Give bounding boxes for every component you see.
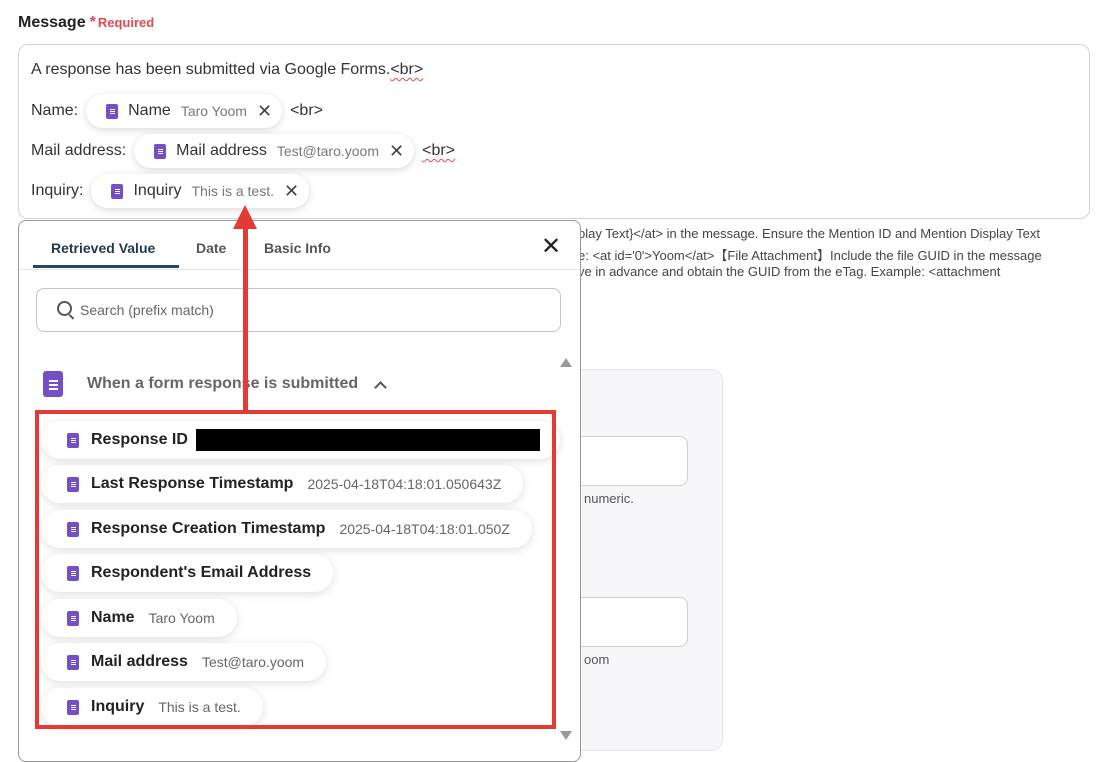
close-icon[interactable]: ✕: [541, 235, 561, 259]
message-line-name: Name: Name Taro Yoom ✕ <br>: [31, 94, 323, 128]
help-text-line: ve in advance and obtain the GUID from t…: [578, 264, 1001, 279]
item-label: Respondent's Email Address: [91, 564, 312, 581]
chip-value: Test@taro.yoom: [276, 143, 379, 159]
item-label: Inquiry: [91, 698, 145, 715]
search-input[interactable]: Search (prefix match): [36, 288, 561, 332]
item-label: Response ID: [91, 431, 188, 448]
tab-divider: [19, 269, 580, 270]
item-value: 2025-04-18T04:18:01.050643Z: [307, 476, 502, 492]
variable-item-response-creation-timestamp[interactable]: Response Creation Timestamp 2025-04-18T0…: [41, 510, 532, 548]
tab-retrieved-value[interactable]: Retrieved Value: [51, 240, 155, 256]
chip-label: Mail address: [176, 142, 267, 159]
item-label: Last Response Timestamp: [91, 475, 294, 492]
message-editor[interactable]: A response has been submitted via Google…: [18, 44, 1090, 219]
variable-picker-popup: Retrieved Value Date Basic Info ✕ Search…: [18, 220, 581, 762]
variable-item-last-response-timestamp[interactable]: Last Response Timestamp 2025-04-18T04:18…: [41, 465, 524, 503]
chip-label: Name: [128, 102, 171, 119]
form-doc-icon: [67, 610, 79, 626]
form-doc-icon: [154, 143, 167, 159]
remove-chip-icon[interactable]: ✕: [257, 102, 272, 120]
br-tag: <br>: [422, 142, 456, 159]
item-value: 2025-04-18T04:18:01.050Z: [339, 521, 510, 537]
message-line-1: A response has been submitted via Google…: [31, 61, 423, 79]
chip-value: Taro Yoom: [180, 103, 247, 119]
variable-item-respondent-email[interactable]: Respondent's Email Address: [41, 554, 334, 592]
variable-item-response-id[interactable]: Response ID: [41, 421, 560, 459]
chevron-up-icon[interactable]: [374, 380, 388, 394]
name-variable-chip[interactable]: Name Taro Yoom ✕: [86, 94, 283, 128]
form-doc-icon: [67, 699, 79, 715]
mail-prefix: Mail address:: [31, 142, 127, 159]
variable-item-inquiry[interactable]: Inquiry This is a test.: [41, 688, 263, 726]
form-doc-icon: [67, 432, 79, 448]
variable-item-mail-address[interactable]: Mail address Test@taro.yoom: [41, 643, 327, 681]
form-doc-icon: [67, 521, 79, 537]
message-field-label: Message * Required: [18, 14, 154, 32]
required-star: *: [89, 14, 96, 31]
item-label: Mail address: [91, 653, 188, 670]
search-placeholder: Search (prefix match): [80, 302, 214, 318]
form-doc-icon: [67, 476, 79, 492]
field-label-text: Message: [18, 14, 86, 31]
google-forms-icon: [43, 371, 63, 397]
mail-variable-chip[interactable]: Mail address Test@taro.yoom ✕: [134, 134, 415, 168]
message-intro-text: A response has been submitted via Google…: [31, 61, 391, 78]
form-doc-icon: [106, 103, 119, 119]
br-tag: <br>: [290, 102, 323, 119]
remove-chip-icon[interactable]: ✕: [389, 142, 404, 160]
message-line-inquiry: Inquiry: Inquiry This is a test. ✕: [31, 174, 317, 208]
item-label: Response Creation Timestamp: [91, 520, 326, 537]
tab-basic-info[interactable]: Basic Info: [264, 240, 331, 256]
redacted-value: [195, 429, 540, 451]
background-hint: numeric.: [584, 491, 634, 506]
form-doc-icon: [111, 183, 124, 199]
inquiry-variable-chip[interactable]: Inquiry This is a test. ✕: [91, 174, 310, 208]
background-panel: [560, 369, 723, 751]
inquiry-prefix: Inquiry:: [31, 182, 84, 199]
item-value: Taro Yoom: [148, 610, 215, 626]
background-hint: oom: [584, 652, 610, 667]
chip-label: Inquiry: [133, 182, 182, 199]
variable-item-name[interactable]: Name Taro Yoom: [41, 599, 237, 637]
scroll-down-arrow[interactable]: [560, 731, 572, 740]
item-value: Test@taro.yoom: [201, 654, 305, 670]
tab-date[interactable]: Date: [196, 240, 226, 256]
form-doc-icon: [67, 654, 79, 670]
required-text: Required: [97, 15, 155, 30]
item-value: This is a test.: [158, 699, 241, 715]
chip-value: This is a test.: [191, 183, 274, 199]
trigger-group-header[interactable]: When a form response is submitted: [43, 371, 388, 397]
active-tab-indicator: [33, 265, 179, 268]
annotation-arrow-shaft: [243, 226, 248, 410]
scroll-up-arrow[interactable]: [560, 358, 572, 367]
annotation-arrow-head: [233, 205, 257, 229]
help-text-line: e: <at id='0'>Yoom</at>【File Attachment】…: [578, 248, 1042, 263]
search-icon: [57, 301, 72, 316]
group-title: When a form response is submitted: [87, 375, 359, 392]
remove-chip-icon[interactable]: ✕: [284, 182, 299, 200]
name-prefix: Name:: [31, 102, 79, 119]
message-line-mail: Mail address: Mail address Test@taro.yoo…: [31, 134, 455, 168]
form-doc-icon: [67, 565, 79, 581]
br-tag: <br>: [390, 61, 424, 78]
help-text-line: play Text}</at> in the message. Ensure t…: [578, 226, 1041, 241]
item-label: Name: [91, 609, 135, 626]
